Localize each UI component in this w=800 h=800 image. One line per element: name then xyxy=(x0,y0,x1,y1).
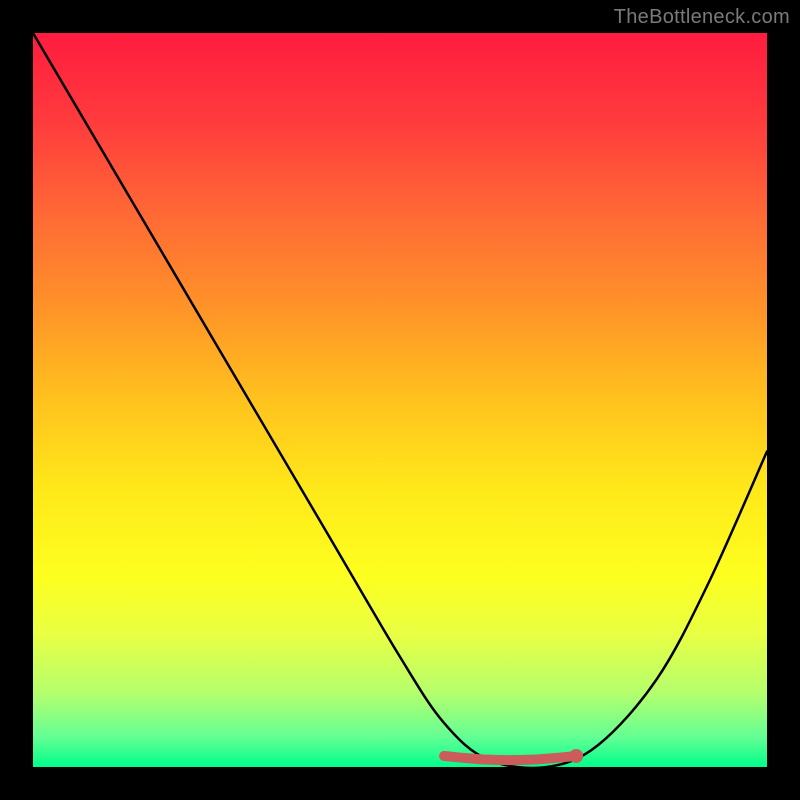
plot-gradient-background xyxy=(33,33,767,767)
optimum-endpoint-dot xyxy=(569,749,583,763)
chart-container: TheBottleneck.com xyxy=(0,0,800,800)
watermark-text: TheBottleneck.com xyxy=(614,6,790,29)
bottleneck-curve xyxy=(33,33,767,767)
optimum-band-curve xyxy=(444,756,576,760)
chart-svg xyxy=(33,33,767,767)
